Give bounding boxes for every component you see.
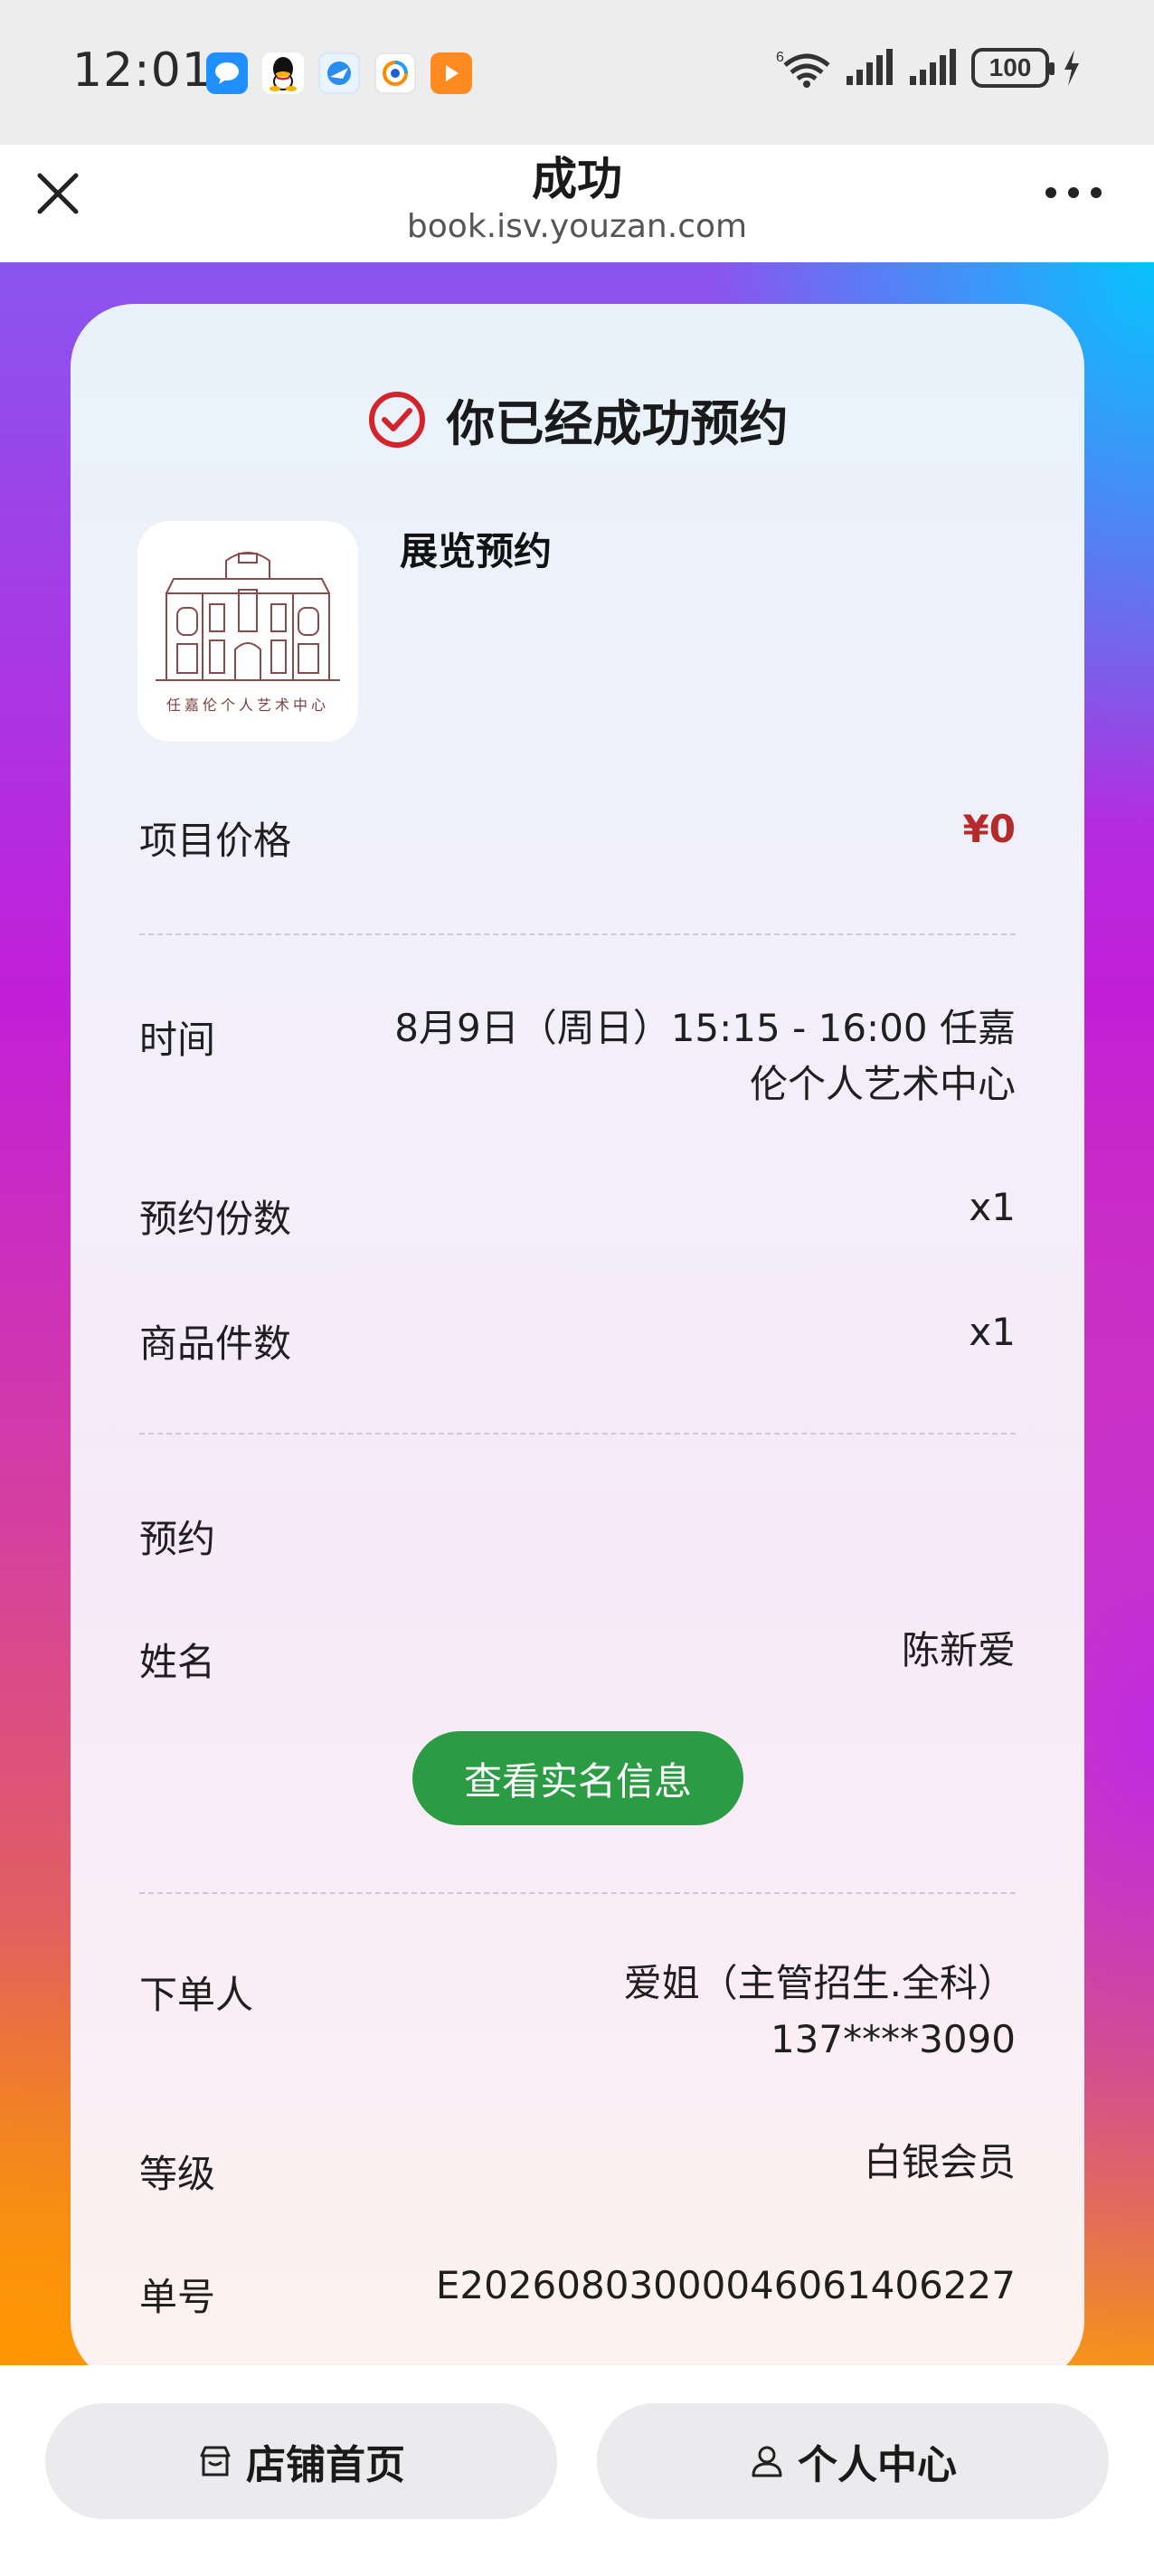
product-name: 展览预约 [400, 529, 553, 573]
quantity-value: x1 [969, 1185, 1016, 1229]
play-app-icon [430, 52, 472, 94]
items-value: x1 [969, 1310, 1016, 1354]
qq-app-icon [262, 52, 304, 94]
page-title: 成功 [532, 153, 622, 205]
orderer-name: 爱姐（主管招生.全科） [623, 1961, 1016, 2005]
check-circle-icon [368, 391, 425, 448]
time-value: 8月9日（周日）15:15 - 16:00 任嘉 伦个人艺术中心 [394, 1000, 1016, 1113]
level-label: 等级 [139, 2152, 216, 2196]
battery-indicator: 100 [971, 48, 1055, 88]
page-url: book.isv.youzan.com [406, 208, 748, 245]
message-app-icon [206, 52, 248, 94]
time-value-line1: 8月9日（周日）15:15 - 16:00 任嘉 [394, 1006, 1016, 1050]
price-label: 项目价格 [139, 819, 292, 863]
notification-icons [206, 52, 472, 94]
time-label: 时间 [139, 1018, 216, 1062]
price-value: ¥0 [962, 807, 1016, 851]
divider [139, 933, 1016, 935]
status-time: 12:01 [72, 43, 213, 98]
bottom-action-bar: 店铺首页 个人中心 [0, 2365, 1154, 2576]
booking-section-label: 预约 [139, 1517, 216, 1561]
more-options-icon[interactable] [1042, 179, 1105, 206]
exhibition-logo: 任嘉伦个人艺术中心 [137, 521, 358, 742]
order-number-value: E20260803000046061406227 [435, 2263, 1016, 2307]
user-center-button[interactable]: 个人中心 [597, 2403, 1109, 2519]
divider [139, 1892, 1016, 1894]
shop-home-button[interactable]: 店铺首页 [45, 2403, 557, 2519]
success-header: 你已经成功预约 [71, 384, 1084, 455]
name-value: 陈新爱 [901, 1628, 1016, 1672]
orderer-label: 下单人 [139, 1973, 254, 2017]
user-center-label: 个人中心 [798, 2442, 957, 2488]
wifi-icon: 6 [776, 50, 830, 88]
user-icon [752, 2446, 782, 2477]
order-number-label: 单号 [139, 2275, 216, 2319]
orderer-phone: 137****3090 [770, 2017, 1016, 2061]
booking-card: 你已经成功预约 任嘉伦个人艺术中心 展览预约 项目价格 ¥0 时间 8月9日（周… [71, 304, 1084, 2384]
view-realname-button[interactable]: 查看实名信息 [412, 1731, 743, 1825]
store-icon [200, 2446, 231, 2477]
divider [139, 1433, 1016, 1435]
time-value-line2: 伦个人艺术中心 [749, 1062, 1016, 1106]
signal-icon-2 [910, 49, 956, 85]
success-message: 你已经成功预约 [446, 395, 789, 452]
signal-icon [847, 49, 893, 85]
name-label: 姓名 [139, 1640, 216, 1684]
level-value: 白银会员 [863, 2140, 1016, 2184]
video-app-icon [374, 52, 416, 94]
status-and-nav-bar: 12:01 6 100 成功 book.isv.youzan.com [0, 0, 1154, 245]
orderer-value: 爱姐（主管招生.全科） 137****3090 [624, 1956, 1016, 2068]
logo-caption: 任嘉伦个人艺术中心 [166, 696, 329, 714]
browser-app-icon [318, 52, 360, 94]
charging-icon [1064, 50, 1079, 86]
items-label: 商品件数 [139, 1321, 292, 1366]
shop-home-label: 店铺首页 [246, 2442, 405, 2488]
system-status-icons: 6 100 [776, 47, 1082, 89]
network-label: 6 [776, 50, 784, 65]
quantity-label: 预约份数 [139, 1197, 292, 1241]
